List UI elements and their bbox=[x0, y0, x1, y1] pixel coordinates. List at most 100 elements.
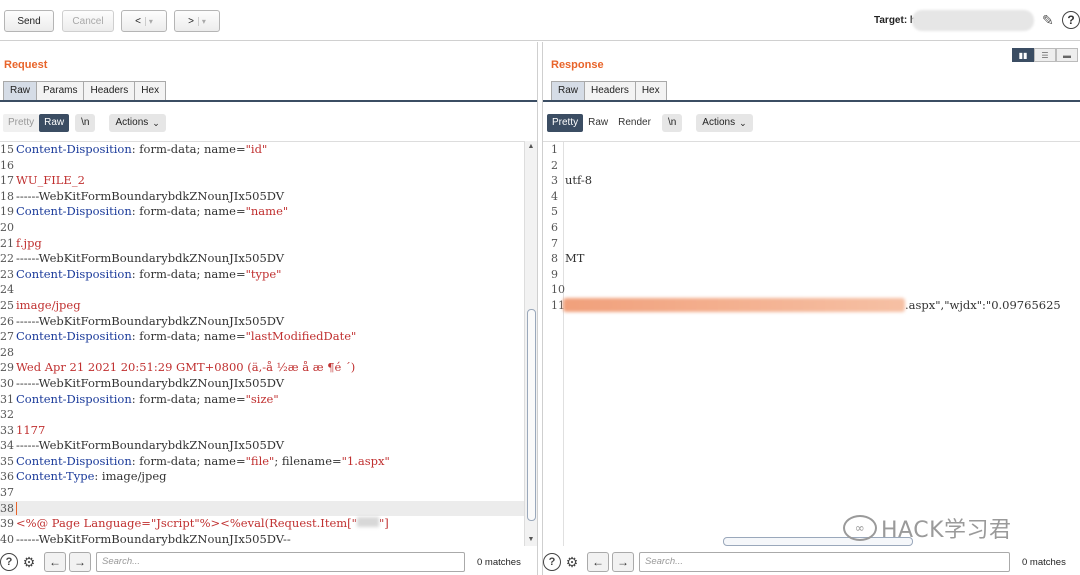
request-pretty-toggle[interactable]: Pretty bbox=[3, 114, 40, 132]
response-tab-hex[interactable]: Hex bbox=[634, 81, 667, 100]
response-newline-toggle[interactable]: \n bbox=[661, 114, 683, 132]
line-number: 39 bbox=[0, 517, 14, 531]
gear-icon[interactable]: ⚙ bbox=[20, 553, 38, 571]
cancel-label: Cancel bbox=[72, 15, 104, 27]
request-code-line: 36 Content-Type: image/jpeg bbox=[0, 469, 524, 485]
request-code-line: 30 ------WebKitFormBoundarybdkZNounJIx505… bbox=[0, 376, 524, 392]
response-pretty-toggle[interactable]: Pretty bbox=[547, 114, 584, 132]
text-cursor bbox=[16, 502, 17, 516]
response-view-bar: Pretty Raw Render \n Actions ⌄ bbox=[547, 114, 753, 132]
request-code-line: 37 bbox=[0, 485, 524, 501]
search-next-button[interactable]: → bbox=[612, 552, 634, 572]
request-tab-headers[interactable]: Headers bbox=[83, 81, 136, 100]
layout-tabs-icon[interactable]: ▬ bbox=[1056, 48, 1078, 62]
watermark: ∞ HACK学习君 bbox=[843, 512, 1012, 544]
response-code-line: 4 bbox=[543, 189, 1080, 205]
target-label: Target: h bbox=[874, 15, 917, 26]
search-previous-button[interactable]: ← bbox=[587, 552, 609, 572]
target-host-redacted[interactable] bbox=[912, 10, 1034, 31]
request-newline-toggle[interactable]: \n bbox=[75, 114, 96, 132]
request-raw-toggle[interactable]: Raw bbox=[39, 114, 70, 132]
cancel-button[interactable]: Cancel bbox=[62, 10, 114, 32]
request-tab-params[interactable]: Params bbox=[36, 81, 85, 100]
code-text: : form-data; name= bbox=[131, 329, 246, 344]
line-number: 21 bbox=[0, 236, 14, 250]
scroll-down-icon[interactable]: ▼ bbox=[525, 534, 537, 546]
line-number: 29 bbox=[0, 361, 14, 375]
request-tab-raw[interactable]: Raw bbox=[3, 81, 38, 100]
help-icon[interactable]: ? bbox=[0, 553, 18, 571]
request-scroll-thumb[interactable] bbox=[527, 309, 536, 521]
code-text: .aspx","wjdx":"0.09765625 bbox=[905, 297, 1061, 312]
request-code-line: 16 bbox=[0, 158, 524, 174]
search-previous-button[interactable]: ← bbox=[44, 552, 66, 572]
line-number: 28 bbox=[0, 345, 14, 359]
line-number: 6 bbox=[551, 220, 558, 234]
code-value: "] bbox=[378, 516, 389, 531]
request-code-line: 34 ------WebKitFormBoundarybdkZNounJIx505… bbox=[0, 438, 524, 454]
forward-dropdown-icon[interactable]: ▾ bbox=[197, 16, 206, 26]
line-number: 17 bbox=[0, 174, 14, 188]
request-actions-menu[interactable]: Actions ⌄ bbox=[109, 114, 166, 132]
code-value: f.jpg bbox=[16, 235, 42, 250]
response-tabs-underline bbox=[543, 100, 1080, 102]
line-number: 10 bbox=[551, 283, 565, 297]
code-text: : form-data; name= bbox=[131, 391, 246, 406]
request-vertical-scrollbar[interactable]: ▲ ▼ bbox=[524, 141, 537, 546]
response-code-line: 7 bbox=[543, 236, 1080, 252]
response-render-toggle[interactable]: Render bbox=[613, 114, 656, 132]
code-text: ------WebKitFormBoundarybdkZNounJIx505DV bbox=[16, 438, 285, 453]
line-number: 26 bbox=[0, 314, 14, 328]
code-value: "1.aspx" bbox=[341, 453, 390, 468]
header-key: Content-Type bbox=[16, 469, 95, 484]
response-actions-menu[interactable]: Actions ⌄ bbox=[696, 114, 753, 132]
forward-button[interactable]: > ▾ bbox=[174, 10, 220, 32]
back-button[interactable]: < ▾ bbox=[121, 10, 167, 32]
header-key: Content-Disposition bbox=[16, 453, 132, 468]
line-number: 18 bbox=[0, 189, 14, 203]
code-value: "type" bbox=[245, 266, 282, 281]
code-value: "size" bbox=[245, 391, 279, 406]
request-editor[interactable]: 15 Content-Disposition: form-data; name="… bbox=[0, 141, 524, 546]
request-code-line: 31 Content-Disposition: form-data; name="… bbox=[0, 392, 524, 408]
request-code-line: 26 ------WebKitFormBoundarybdkZNounJIx505… bbox=[0, 314, 524, 330]
response-editor[interactable]: 1 2 3 utf-8 4 5 6 7 8 MT 9 10 11 .aspx","wjdx":"0.097… bbox=[543, 141, 1080, 546]
layout-stacked-icon[interactable]: ☰ bbox=[1034, 48, 1056, 62]
response-redacted-path bbox=[563, 298, 905, 312]
code-value: <%@ Page Language="Jscript"%><%eval(Requ… bbox=[16, 516, 357, 531]
request-tabs-underline bbox=[0, 100, 537, 102]
send-button[interactable]: Send bbox=[4, 10, 54, 32]
scroll-up-icon[interactable]: ▲ bbox=[525, 141, 537, 153]
request-search-bar: ? ⚙ ← → Search... 0 matches bbox=[0, 549, 537, 575]
line-number: 38 bbox=[0, 501, 14, 515]
response-search-input[interactable]: Search... bbox=[639, 552, 1010, 572]
back-dropdown-icon[interactable]: ▾ bbox=[144, 16, 153, 26]
request-code-line: 32 bbox=[0, 407, 524, 423]
request-code-line: 15 Content-Disposition: form-data; name="… bbox=[0, 142, 524, 158]
request-code-line: 33 1177 bbox=[0, 423, 524, 439]
response-tab-headers[interactable]: Headers bbox=[584, 81, 636, 100]
request-search-input[interactable]: Search... bbox=[96, 552, 465, 572]
forward-arrow-icon: > bbox=[188, 15, 194, 27]
layout-side-by-side-icon[interactable]: ▮▮ bbox=[1012, 48, 1034, 62]
search-next-button[interactable]: → bbox=[69, 552, 91, 572]
response-tab-raw[interactable]: Raw bbox=[551, 81, 586, 100]
gear-icon[interactable]: ⚙ bbox=[563, 553, 581, 571]
code-text: utf-8 bbox=[565, 173, 593, 188]
request-code-line: 19 Content-Disposition: form-data; name="… bbox=[0, 204, 524, 220]
request-code-line: 17 WU_FILE_2 bbox=[0, 173, 524, 189]
help-icon[interactable]: ? bbox=[543, 553, 561, 571]
request-tab-hex[interactable]: Hex bbox=[134, 81, 167, 100]
layout-toggle: ▮▮ ☰ ▬ bbox=[1012, 48, 1078, 62]
response-code-line: 5 bbox=[543, 204, 1080, 220]
line-number: 33 bbox=[0, 423, 14, 437]
response-code-line: 8 MT bbox=[543, 251, 1080, 267]
request-code-line: 25 image/jpeg bbox=[0, 298, 524, 314]
code-text: : form-data; name= bbox=[131, 266, 246, 281]
request-code-line: 22 ------WebKitFormBoundarybdkZNounJIx505… bbox=[0, 251, 524, 267]
line-number: 36 bbox=[0, 470, 14, 484]
code-value: 1177 bbox=[16, 422, 46, 437]
help-icon[interactable]: ? bbox=[1062, 11, 1080, 29]
response-raw-toggle[interactable]: Raw bbox=[583, 114, 613, 132]
pencil-icon[interactable]: ✎ bbox=[1042, 12, 1058, 30]
